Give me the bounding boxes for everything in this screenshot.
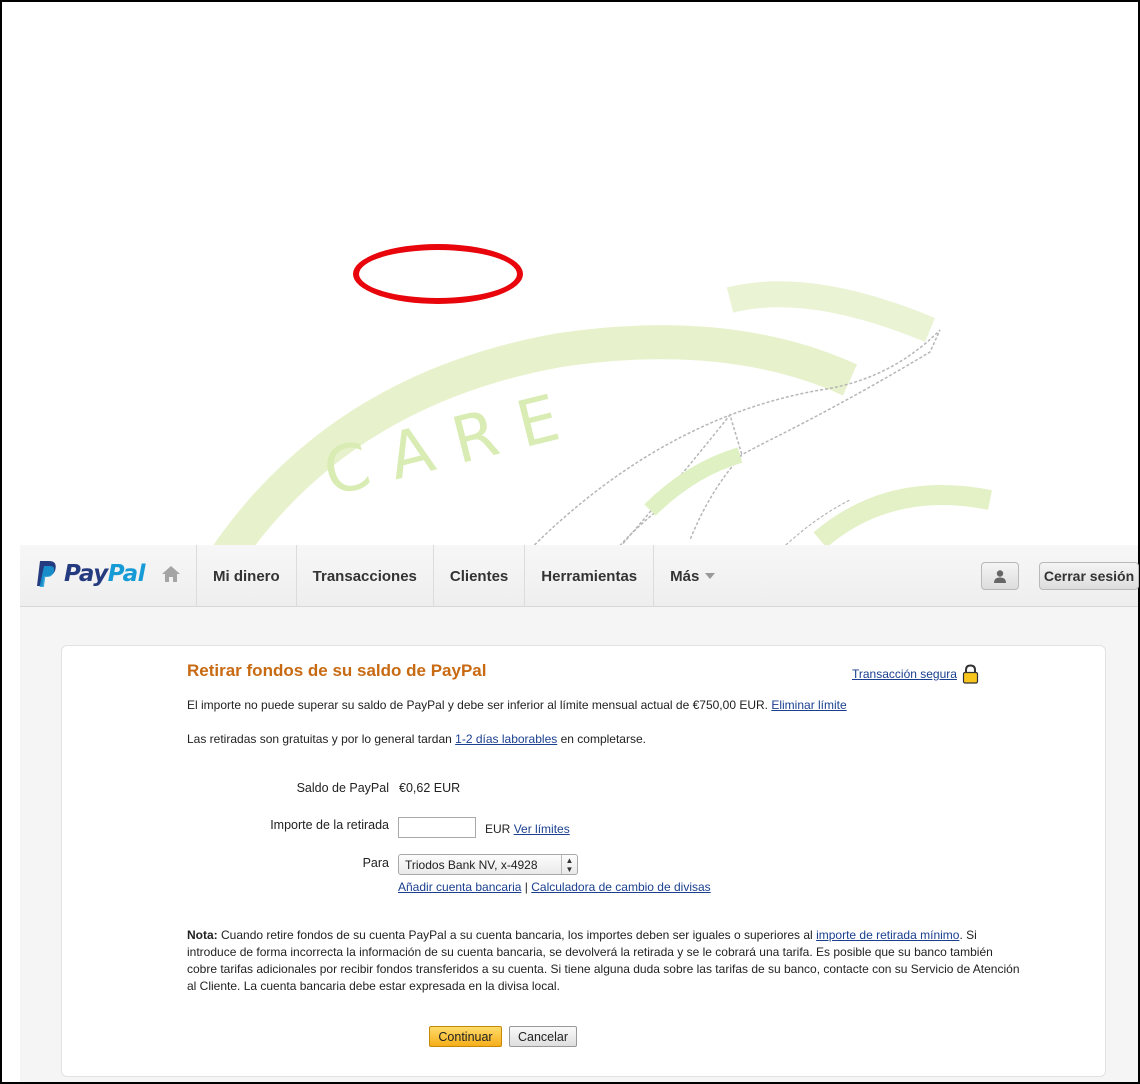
destination-label: Para [362, 856, 389, 870]
view-limits-link[interactable]: Ver límites [514, 822, 570, 836]
main-nav: Mi dinero Transacciones Clientes Herrami… [196, 545, 731, 607]
add-bank-account-link[interactable]: Añadir cuenta bancaria [398, 880, 521, 894]
balance-label: Saldo de PayPal [296, 781, 389, 795]
bank-account-select[interactable]: Triodos Bank NV, x-4928 ▲ ▼ [398, 854, 578, 875]
paypal-window: PayPal Mi dinero Transacciones Clientes … [20, 545, 1139, 1082]
logo-pay-text: Pay [64, 561, 108, 587]
logo-pal-text: Pal [107, 561, 146, 587]
secure-transaction: Transacción segura [852, 664, 979, 684]
bank-links: Añadir cuenta bancaria | Calculadora de … [398, 880, 711, 894]
amount-currency: EUR Ver límites [485, 822, 570, 836]
profile-button[interactable] [981, 562, 1019, 590]
top-navbar: PayPal Mi dinero Transacciones Clientes … [20, 545, 1139, 607]
withdrawal-note: Nota: Cuando retire fondos de su cuenta … [187, 928, 1020, 993]
logout-button[interactable]: Cerrar sesión [1039, 562, 1139, 590]
nav-transacciones[interactable]: Transacciones [295, 545, 433, 607]
select-arrows-icon: ▲ ▼ [561, 855, 577, 874]
currency-calculator-link[interactable]: Calculadora de cambio de divisas [531, 880, 710, 894]
continue-button[interactable]: Continuar [429, 1026, 502, 1047]
paypal-logo[interactable]: PayPal [36, 559, 146, 589]
chevron-down-icon [705, 573, 716, 579]
paypal-p-icon [37, 561, 56, 587]
nav-mi-dinero[interactable]: Mi dinero [196, 545, 296, 607]
amount-label: Importe de la retirada [270, 818, 389, 832]
nav-mas[interactable]: Más [653, 545, 731, 607]
highlight-annotation [353, 244, 523, 304]
user-icon [994, 570, 1006, 583]
home-icon[interactable] [161, 565, 181, 583]
amount-input[interactable] [398, 817, 476, 838]
bank-selected-value: Triodos Bank NV, x-4928 [405, 858, 538, 872]
cancel-button[interactable]: Cancelar [509, 1026, 577, 1047]
page-title: Retirar fondos de su saldo de PayPal [187, 661, 487, 680]
balance-value: €0,62 EUR [399, 781, 461, 795]
secure-transaction-link[interactable]: Transacción segura [852, 667, 957, 681]
withdraw-form-card: Retirar fondos de su saldo de PayPal Tra… [61, 645, 1106, 1077]
free-notice: Las retiradas son gratuitas y por lo gen… [187, 732, 646, 746]
remove-limit-link[interactable]: Eliminar límite [771, 698, 846, 712]
limit-notice: El importe no puede superar su saldo de … [187, 698, 847, 712]
nav-clientes[interactable]: Clientes [432, 545, 524, 607]
business-days-link[interactable]: 1-2 días laborables [455, 732, 557, 746]
minimum-withdrawal-link[interactable]: importe de retirada mínimo [816, 928, 959, 942]
lock-icon [962, 664, 979, 684]
nav-herramientas[interactable]: Herramientas [524, 545, 653, 607]
